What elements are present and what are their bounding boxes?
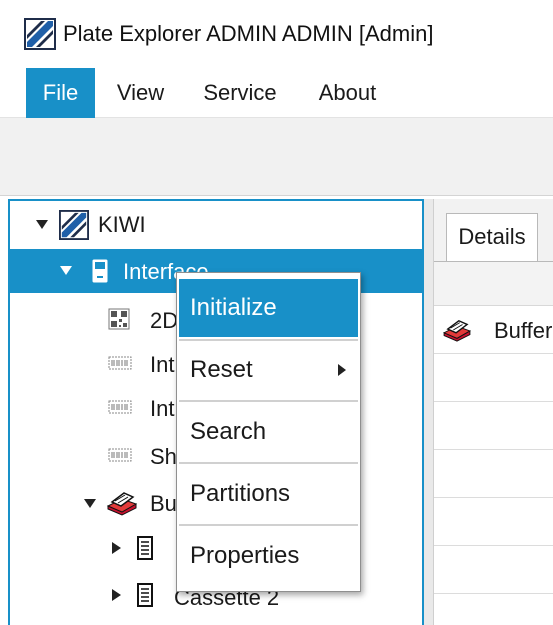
- panel-splitter[interactable]: [424, 199, 434, 625]
- collapse-arrow-icon[interactable]: [112, 589, 121, 601]
- menu-file[interactable]: File: [26, 68, 95, 118]
- menu-separator: [179, 524, 358, 526]
- cassette-icon: [137, 583, 153, 607]
- menu-item-initialize[interactable]: Initialize: [179, 279, 358, 337]
- details-grid: Buffer: [434, 261, 553, 625]
- buffer-icon: [106, 492, 138, 516]
- buffer-icon: [442, 319, 472, 342]
- tree-item-label: Bu: [150, 491, 177, 516]
- tree-item-label: Int: [150, 352, 175, 377]
- tree-item-kiwi[interactable]: KIWI: [10, 203, 422, 247]
- kiwi-logo-icon: [59, 210, 89, 240]
- menu-service[interactable]: Service: [190, 68, 290, 118]
- expand-arrow-icon[interactable]: [84, 499, 96, 508]
- grid-header: [434, 262, 553, 306]
- menu-item-reset[interactable]: Reset: [179, 341, 358, 399]
- barcode-1d-icon: [108, 400, 132, 414]
- grid-row: [434, 498, 553, 546]
- menu-view[interactable]: View: [103, 68, 178, 118]
- menu-item-partitions[interactable]: Partitions: [179, 465, 358, 523]
- submenu-arrow-icon: [338, 364, 346, 376]
- context-menu: Initialize Reset Search Partitions Prope…: [176, 272, 361, 592]
- tree-item-label: 2D: [150, 308, 179, 333]
- grid-row: [434, 450, 553, 498]
- barcode-2d-icon: [108, 308, 130, 330]
- grid-cell-name: Buffer: [494, 318, 553, 343]
- menu-separator: [179, 400, 358, 402]
- device-icon: [92, 259, 108, 283]
- toolbar: [0, 118, 553, 196]
- menu-bar: File View Service About: [0, 68, 553, 118]
- app-logo-icon: [24, 18, 56, 50]
- tree-item-label: KIWI: [98, 212, 146, 237]
- barcode-1d-icon: [108, 356, 132, 370]
- tree-item-label: Int: [150, 396, 175, 421]
- menu-item-label: Reset: [190, 356, 253, 383]
- tab-details[interactable]: Details: [446, 213, 538, 261]
- window-title: Plate Explorer ADMIN ADMIN [Admin]: [63, 21, 434, 46]
- cassette-icon: [137, 536, 153, 560]
- expand-arrow-icon[interactable]: [60, 266, 72, 275]
- expand-arrow-icon[interactable]: [36, 220, 48, 229]
- grid-row[interactable]: Buffer: [434, 306, 553, 354]
- collapse-arrow-icon[interactable]: [112, 542, 121, 554]
- menu-item-search[interactable]: Search: [179, 403, 358, 461]
- barcode-1d-icon: [108, 448, 132, 462]
- grid-row: [434, 354, 553, 402]
- details-panel: Details Buffer: [434, 199, 553, 625]
- menu-separator: [179, 462, 358, 464]
- menu-item-properties[interactable]: Properties: [179, 527, 358, 585]
- title-bar: Plate Explorer ADMIN ADMIN [Admin]: [0, 0, 553, 68]
- grid-row: [434, 402, 553, 450]
- grid-row: [434, 546, 553, 594]
- menu-about[interactable]: About: [300, 68, 395, 118]
